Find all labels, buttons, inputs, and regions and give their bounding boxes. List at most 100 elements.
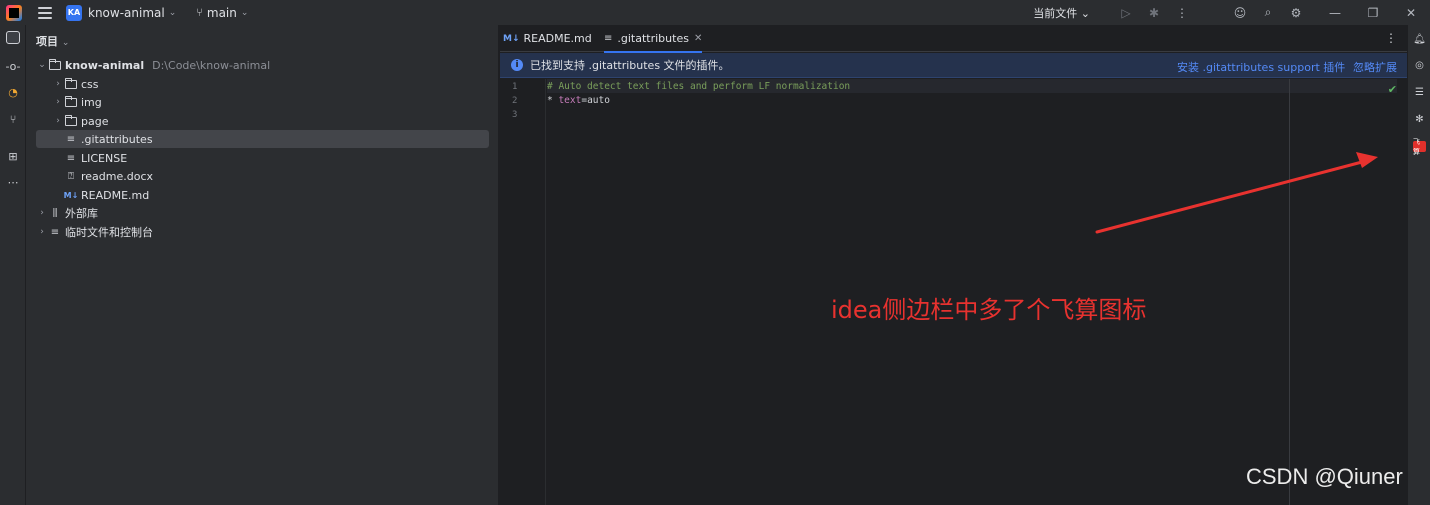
run-config-selector[interactable]: 当前文件 ⌄ <box>1033 5 1090 21</box>
text-file-icon: ≡ <box>66 152 76 164</box>
commit-icon[interactable]: -o- <box>4 57 22 75</box>
annotation-text: idea侧边栏中多了个飞算图标 <box>831 296 1147 324</box>
structure-icon[interactable]: ⊞ <box>4 147 22 165</box>
inspection-ok-icon[interactable]: ✔ <box>1388 83 1397 96</box>
tree-item-readme-md[interactable]: M↓ README.md <box>36 186 489 204</box>
line-number: 1 <box>512 82 518 92</box>
collapse-arrow-icon[interactable]: › <box>52 79 64 89</box>
tree-item-license[interactable]: ≡ LICENSE <box>36 149 489 167</box>
more-icon[interactable]: ⋮ <box>1168 6 1196 20</box>
project-panel-title: 项目 <box>36 35 58 48</box>
tree-item-label: img <box>81 95 102 109</box>
editor-area: M↓ README.md ≡ .gitattributes ✕ ⋮ i 已找到支… <box>500 25 1407 505</box>
tree-item-label: readme.docx <box>81 169 154 183</box>
info-icon: i <box>511 59 523 71</box>
watermark: CSDN @Qiuner <box>1246 464 1403 489</box>
library-icon: ⫼ <box>52 207 58 219</box>
ai-assistant-icon[interactable]: ◎ <box>1411 57 1428 74</box>
run-config-label: 当前文件 <box>1033 6 1078 20</box>
line-number-gutter: 1 2 3 <box>500 79 546 505</box>
scratches-icon: ≡ <box>50 226 60 238</box>
folder-icon <box>64 114 78 127</box>
tree-root[interactable]: ⌄ know-animal D:\Code\know-animal <box>36 56 489 74</box>
folder-icon <box>64 95 78 108</box>
banner-text: 已找到支持 .gitattributes 文件的插件。 <box>530 59 730 72</box>
root-folder-path: D:\Code\know-animal <box>152 58 271 72</box>
project-panel-header[interactable]: 项目 ⌄ <box>36 33 69 49</box>
restore-icon[interactable]: ❐ <box>1354 6 1392 20</box>
editor-tabs: M↓ README.md ≡ .gitattributes ✕ ⋮ <box>500 25 1407 53</box>
more-tools-icon[interactable]: ⋯ <box>4 173 22 191</box>
code-token: * <box>547 95 559 106</box>
markdown-file-icon: M↓ <box>63 190 79 200</box>
search-icon[interactable]: ⌕ <box>1254 5 1282 20</box>
debug-icon[interactable]: ✱ <box>1140 6 1168 20</box>
tree-item-page[interactable]: › page <box>36 112 489 130</box>
tree-item-label: LICENSE <box>81 151 128 165</box>
tree-item-label: README.md <box>81 188 150 202</box>
pull-requests-icon[interactable]: ⑂ <box>4 110 22 128</box>
tab-readme-md[interactable]: M↓ README.md <box>503 25 592 52</box>
tree-item-readme-docx[interactable]: ⍰ readme.docx <box>36 167 489 185</box>
chevron-down-icon[interactable]: ⌄ <box>241 8 249 18</box>
copilot-icon[interactable]: ✻ <box>1411 111 1428 128</box>
collapse-arrow-icon[interactable]: › <box>36 227 48 237</box>
settings-icon[interactable]: ⚙ <box>1282 6 1310 20</box>
text-file-icon: ≡ <box>604 33 613 44</box>
folder-icon <box>64 77 78 90</box>
plugin-suggestion-banner: i 已找到支持 .gitattributes 文件的插件。 安装 .gitatt… <box>500 53 1407 78</box>
tree-item-label: 临时文件和控制台 <box>65 226 153 239</box>
tree-item-img[interactable]: › img <box>36 93 489 111</box>
project-name[interactable]: know-animal <box>88 6 165 20</box>
project-tool-icon[interactable] <box>6 31 20 44</box>
tree-item-label: .gitattributes <box>81 132 153 146</box>
close-icon[interactable]: ✕ <box>1392 6 1430 20</box>
code-token: auto <box>587 95 610 106</box>
title-bar: KA know-animal ⌄ ⑂ main ⌄ 当前文件 ⌄ ▷ ✱ ⋮ ☺… <box>0 0 1430 25</box>
text-file-icon: ≡ <box>66 133 76 145</box>
project-panel: 项目 ⌄ ⌄ know-animal D:\Code\know-animal ›… <box>26 25 499 505</box>
tree-item-css[interactable]: › css <box>36 75 489 93</box>
left-tool-strip: -o- ◔ ⑂ ⊞ ⋯ <box>0 25 26 505</box>
branch-icon[interactable]: ⑂ <box>196 6 203 19</box>
plugin-tool-icon[interactable]: ◔ <box>4 83 22 101</box>
module-folder-icon <box>48 58 62 71</box>
tab-gitattributes[interactable]: ≡ .gitattributes ✕ <box>604 25 703 53</box>
tree-item-label: css <box>81 77 99 91</box>
code-line-1: # Auto detect text files and perform LF … <box>547 81 851 92</box>
branch-name[interactable]: main <box>207 6 237 20</box>
tree-item-scratches[interactable]: › ≡ 临时文件和控制台 <box>36 223 489 241</box>
collapse-arrow-icon[interactable]: › <box>52 97 64 107</box>
tab-label: .gitattributes <box>617 32 689 45</box>
main-menu-icon[interactable] <box>38 6 52 19</box>
feisuan-label: 飞算 <box>1413 138 1426 156</box>
close-tab-icon[interactable]: ✕ <box>694 33 702 44</box>
expand-arrow-icon[interactable]: ⌄ <box>36 60 48 70</box>
feisuan-icon[interactable]: 飞算 <box>1411 138 1428 156</box>
tree-item-gitattributes[interactable]: ≡ .gitattributes <box>36 130 489 148</box>
code-line-2: * text=auto <box>547 95 610 106</box>
run-icon[interactable]: ▷ <box>1112 6 1140 20</box>
line-number: 2 <box>512 96 518 106</box>
notifications-icon[interactable]: 🔔︎ <box>1411 31 1428 48</box>
right-margin-guide <box>1289 79 1290 505</box>
ignore-extension-link[interactable]: 忽略扩展 <box>1353 59 1397 75</box>
code-token: text <box>558 95 582 106</box>
collapse-arrow-icon[interactable]: › <box>52 116 64 126</box>
database-icon[interactable]: ☰ <box>1411 84 1428 101</box>
right-tool-strip: 🔔︎ ◎ ☰ ✻ 飞算 <box>1407 25 1430 505</box>
unknown-file-icon: ⍰ <box>68 170 74 182</box>
tab-label: README.md <box>523 32 592 45</box>
tree-item-label: 外部库 <box>65 207 98 220</box>
account-icon[interactable]: ☺ <box>1226 6 1254 20</box>
line-number: 3 <box>512 110 518 120</box>
tree-item-external-libraries[interactable]: › ⫼ 外部库 <box>36 204 489 222</box>
project-badge[interactable]: KA <box>66 4 82 21</box>
markdown-file-icon: M↓ <box>503 33 520 44</box>
install-plugin-link[interactable]: 安装 .gitattributes support 插件 <box>1177 59 1345 75</box>
root-folder-name: know-animal <box>65 58 145 72</box>
chevron-down-icon[interactable]: ⌄ <box>169 8 177 18</box>
collapse-arrow-icon[interactable]: › <box>36 208 48 218</box>
minimize-icon[interactable]: — <box>1316 6 1354 20</box>
tabs-more-icon[interactable]: ⋮ <box>1385 31 1397 45</box>
